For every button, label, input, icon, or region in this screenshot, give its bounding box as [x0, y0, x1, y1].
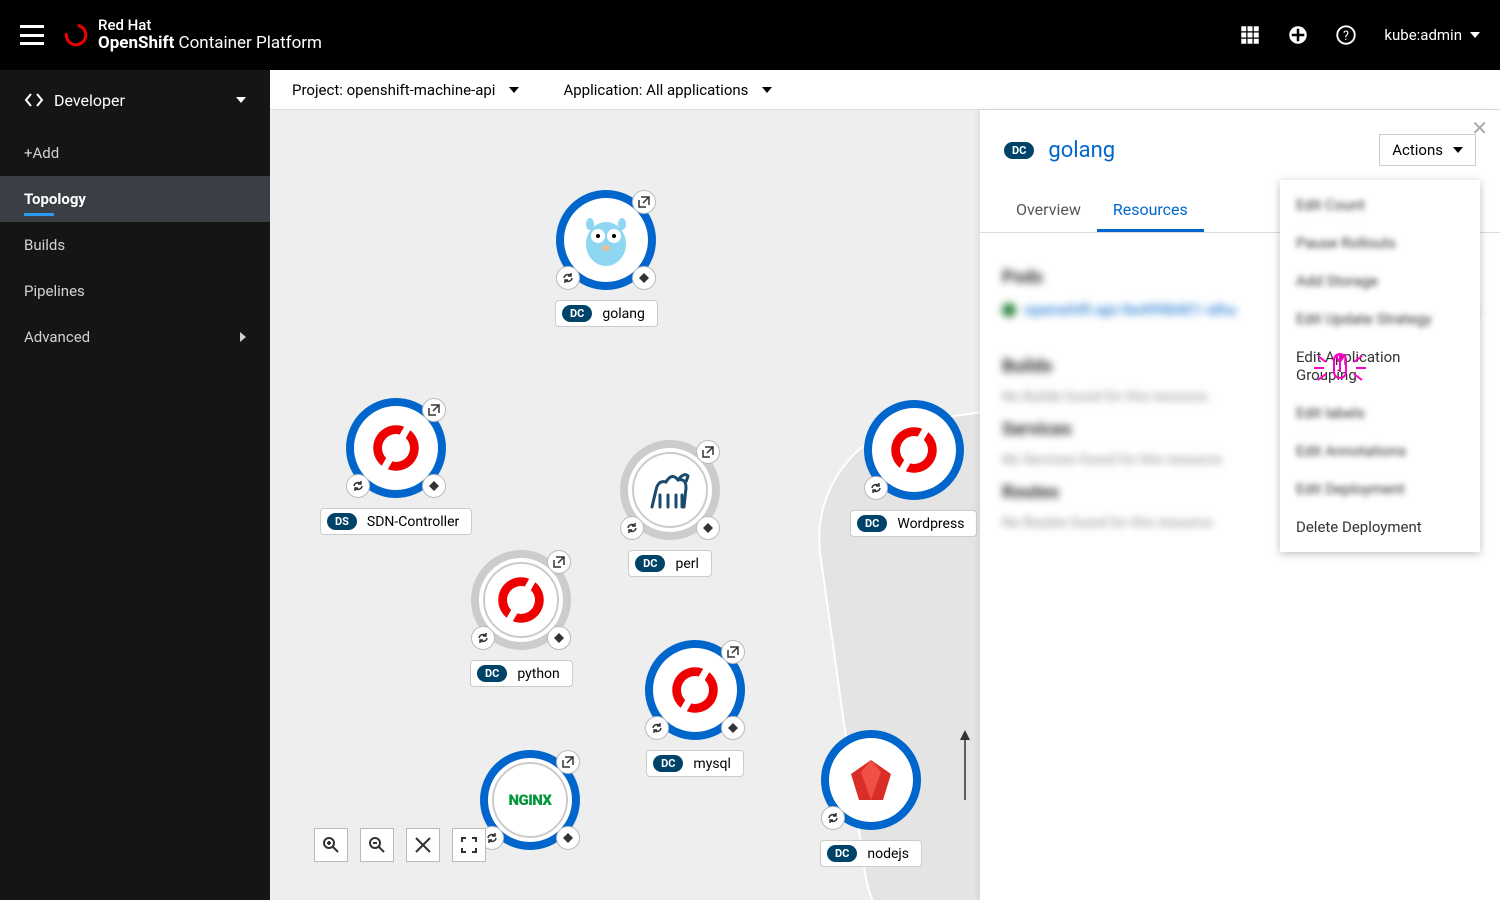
menu-item-edit-annotations[interactable]: Edit Annotations — [1280, 432, 1480, 470]
node-wordpress[interactable]: DC Wordpress — [850, 400, 977, 537]
context-toolbar: Project: openshift-machine-api Applicati… — [270, 70, 1500, 110]
tab-overview[interactable]: Overview — [1000, 190, 1097, 232]
application-selector[interactable]: Application: All applications — [563, 81, 772, 99]
openshift-icon — [667, 662, 723, 718]
build-badge[interactable] — [547, 626, 571, 650]
fit-to-screen-button[interactable] — [406, 828, 440, 862]
golang-gopher-icon — [576, 210, 636, 270]
node-sdn-controller[interactable]: DS SDN-Controller — [320, 398, 472, 535]
apps-grid-icon[interactable] — [1240, 25, 1260, 45]
menu-item-edit-labels[interactable]: Edit labels — [1280, 394, 1480, 432]
resource-type-pill: DC — [1004, 142, 1034, 159]
perspective-switcher[interactable]: Developer — [0, 70, 270, 130]
zoom-out-button[interactable] — [360, 828, 394, 862]
tab-resources[interactable]: Resources — [1097, 190, 1204, 232]
sync-badge[interactable] — [620, 516, 644, 540]
sync-badge[interactable] — [471, 626, 495, 650]
caret-down-icon — [762, 87, 772, 93]
hamburger-menu-button[interactable] — [20, 25, 44, 45]
openshift-icon — [493, 572, 549, 628]
node-label: DC python — [470, 660, 573, 687]
project-selector[interactable]: Project: openshift-machine-api — [292, 81, 519, 99]
openshift-icon — [886, 422, 942, 478]
open-url-badge[interactable] — [696, 440, 720, 464]
connector-arrow — [950, 730, 980, 810]
actions-dropdown-button[interactable]: Actions — [1379, 134, 1476, 166]
sync-badge[interactable] — [864, 476, 888, 500]
build-badge[interactable] — [721, 716, 745, 740]
node-mysql[interactable]: DC mysql — [645, 640, 745, 777]
ruby-icon — [843, 752, 899, 808]
node-label: DC golang — [555, 300, 658, 327]
masthead: Red Hat OpenShift Container Platform ? k… — [0, 0, 1500, 70]
sidebar: Developer +Add Topology Builds Pipelines… — [0, 70, 270, 900]
menu-item-edit-update-strategy[interactable]: Edit Update Strategy — [1280, 300, 1480, 338]
build-badge[interactable] — [422, 474, 446, 498]
panel-title: golang — [1048, 138, 1115, 163]
openshift-icon — [368, 420, 424, 476]
actions-menu: Edit Count Pause Rollouts Add Storage Ed… — [1280, 180, 1480, 552]
menu-item-add-storage[interactable]: Add Storage — [1280, 262, 1480, 300]
build-badge[interactable] — [696, 516, 720, 540]
sync-badge[interactable] — [821, 806, 845, 830]
build-badge[interactable] — [632, 266, 656, 290]
menu-item-delete-deployment[interactable]: Delete Deployment — [1280, 508, 1480, 546]
sidebar-item-advanced[interactable]: Advanced — [0, 314, 270, 360]
sidebar-item-builds[interactable]: Builds — [0, 222, 270, 268]
redhat-logo-icon — [64, 23, 88, 47]
sidebar-item-add[interactable]: +Add — [0, 130, 270, 176]
sidebar-item-topology[interactable]: Topology — [0, 176, 270, 222]
open-url-badge[interactable] — [547, 550, 571, 574]
expand-button[interactable] — [452, 828, 486, 862]
help-icon[interactable]: ? — [1336, 25, 1356, 45]
perl-camel-icon — [642, 462, 698, 518]
node-label: DS SDN-Controller — [320, 508, 472, 535]
sidebar-item-pipelines[interactable]: Pipelines — [0, 268, 270, 314]
node-perl[interactable]: DC perl — [620, 440, 720, 577]
node-nodejs[interactable]: DC nodejs — [820, 730, 922, 867]
open-url-badge[interactable] — [422, 398, 446, 422]
caret-right-icon — [240, 332, 246, 342]
node-label: DC mysql — [646, 750, 744, 777]
open-url-badge[interactable] — [721, 640, 745, 664]
menu-item-edit-count[interactable]: Edit Count — [1280, 186, 1480, 224]
node-golang[interactable]: DC golang — [555, 190, 658, 327]
caret-down-icon — [509, 87, 519, 93]
add-icon[interactable] — [1288, 25, 1308, 45]
zoom-in-button[interactable] — [314, 828, 348, 862]
caret-down-icon — [1470, 32, 1480, 38]
nginx-icon: NGINX — [508, 791, 551, 809]
menu-item-edit-application-grouping[interactable]: Edit Application Grouping — [1280, 338, 1480, 394]
sync-badge[interactable] — [645, 716, 669, 740]
svg-text:?: ? — [1343, 29, 1349, 44]
node-label: DC Wordpress — [850, 510, 977, 537]
caret-down-icon — [1453, 147, 1463, 153]
menu-item-pause-rollouts[interactable]: Pause Rollouts — [1280, 224, 1480, 262]
zoom-controls — [314, 828, 486, 862]
build-badge[interactable] — [556, 826, 580, 850]
sync-badge[interactable] — [556, 266, 580, 290]
node-label: DC nodejs — [820, 840, 922, 867]
caret-down-icon — [236, 97, 246, 103]
node-python[interactable]: DC python — [470, 550, 573, 687]
details-panel: ✕ DC golang Actions Overview Resources P… — [980, 110, 1500, 900]
brand: Red Hat OpenShift Container Platform — [64, 17, 322, 52]
user-menu[interactable]: kube:admin — [1384, 26, 1480, 44]
developer-icon — [24, 90, 44, 110]
node-label: DC perl — [628, 550, 712, 577]
menu-item-edit-deployment[interactable]: Edit Deployment — [1280, 470, 1480, 508]
open-url-badge[interactable] — [632, 190, 656, 214]
close-button[interactable]: ✕ — [1471, 116, 1488, 140]
sync-badge[interactable] — [346, 474, 370, 498]
brand-line-1: Red Hat — [98, 17, 322, 34]
node-nginx[interactable]: NGINX — [480, 750, 580, 850]
open-url-badge[interactable] — [556, 750, 580, 774]
